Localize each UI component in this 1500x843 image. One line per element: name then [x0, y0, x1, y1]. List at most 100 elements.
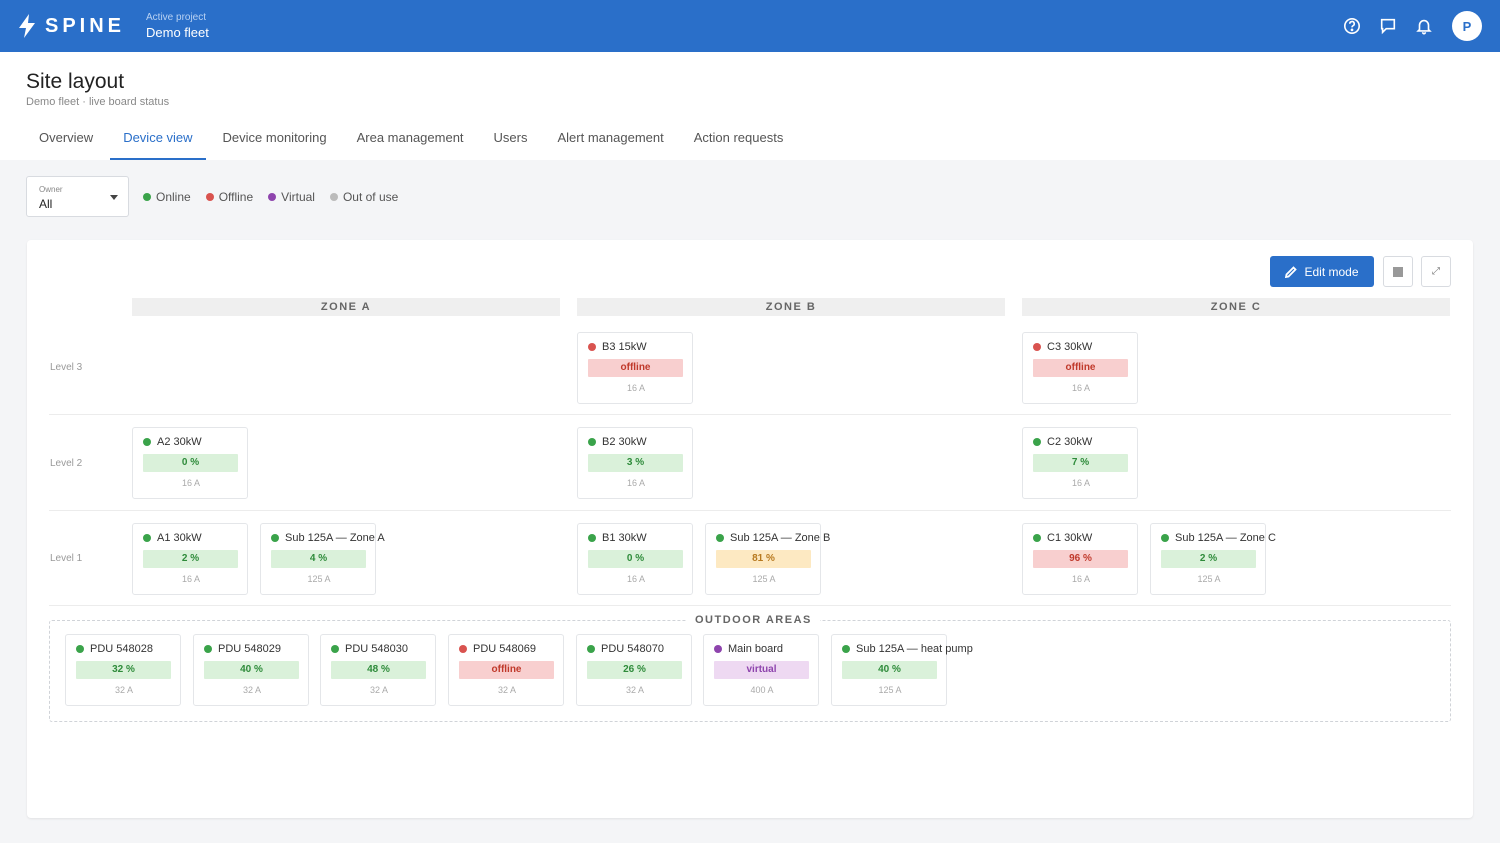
outdoor-device-card[interactable]: Main board virtual 400 A	[703, 634, 819, 706]
device-name: Main board	[728, 643, 784, 655]
device-rating: 16 A	[181, 574, 201, 584]
device-rating: 32 A	[497, 685, 517, 695]
device-name: C1 30kW	[1047, 532, 1093, 544]
device-rating: 125 A	[878, 685, 902, 695]
avatar[interactable]: P	[1452, 11, 1482, 41]
tab-area-management[interactable]: Area management	[344, 124, 477, 160]
device-card[interactable]: A2 30kW 0 % 16 A	[132, 427, 248, 499]
device-card[interactable]: B1 30kW 0 % 16 A	[577, 523, 693, 595]
device-card[interactable]: Sub 125A — Zone A 4 % 125 A	[260, 523, 385, 595]
outdoor-device-card[interactable]: Sub 125A — heat pump 40 % 125 A	[831, 634, 973, 706]
pencil-icon	[1285, 265, 1298, 278]
device-card[interactable]: C1 30kW 96 % 16 A	[1022, 523, 1138, 595]
status-dot-icon	[331, 645, 339, 653]
out-of-use-dot-icon	[329, 193, 338, 201]
status-dot-icon	[76, 645, 84, 653]
device-load: 3 %	[588, 454, 683, 472]
device-rating: 400 A	[750, 685, 774, 695]
device-title: Sub 125A — heat pump	[842, 643, 973, 655]
device-load: offline	[588, 359, 683, 377]
device-rating: 32 A	[242, 685, 262, 695]
level-label: Level 1	[50, 553, 83, 564]
level-divider	[49, 510, 1451, 511]
device-load: 4 %	[271, 550, 366, 568]
device-card[interactable]: Sub 125A — Zone B 81 % 125 A	[705, 523, 830, 595]
legend-virtual: Virtual	[268, 190, 315, 204]
outdoor-device-card[interactable]: PDU 548070 26 % 32 A	[576, 634, 692, 706]
device-load: 32 %	[76, 661, 171, 679]
device-title: B1 30kW	[588, 532, 647, 544]
device-name: PDU 548070	[601, 643, 664, 655]
messages-icon[interactable]	[1370, 11, 1406, 41]
device-card[interactable]: A1 30kW 2 % 16 A	[132, 523, 248, 595]
device-load: 40 %	[842, 661, 937, 679]
device-load: 7 %	[1033, 454, 1128, 472]
edit-mode-button[interactable]: Edit mode	[1270, 256, 1374, 287]
device-rating: 32 A	[625, 685, 645, 695]
outdoor-device-card[interactable]: PDU 548030 48 % 32 A	[320, 634, 436, 706]
device-title: C3 30kW	[1033, 341, 1092, 353]
site-layout-panel: Edit mode ⤢ ZONE A ZONE B ZONE C Level 3…	[27, 240, 1473, 818]
status-dot-icon	[842, 645, 850, 653]
status-dot-icon	[143, 438, 151, 446]
outdoor-device-card[interactable]: PDU 548069 offline 32 A	[448, 634, 564, 706]
device-card[interactable]: C3 30kW offline 16 A	[1022, 332, 1138, 404]
outdoor-device-card[interactable]: PDU 548029 40 % 32 A	[193, 634, 309, 706]
device-card[interactable]: B2 30kW 3 % 16 A	[577, 427, 693, 499]
device-load: 96 %	[1033, 550, 1128, 568]
app-logo[interactable]: SPINE	[18, 14, 125, 38]
status-dot-icon	[271, 534, 279, 542]
zone-header: ZONE A	[132, 298, 560, 316]
device-rating: 16 A	[626, 383, 646, 393]
zone-header: ZONE B	[577, 298, 1005, 316]
tab-users[interactable]: Users	[481, 124, 541, 160]
help-icon[interactable]	[1334, 11, 1370, 41]
device-rating: 125 A	[752, 574, 776, 584]
bell-icon[interactable]	[1406, 11, 1442, 41]
status-dot-icon	[587, 645, 595, 653]
status-dot-icon	[716, 534, 724, 542]
device-load: 0 %	[588, 550, 683, 568]
offline-dot-icon	[205, 193, 214, 201]
status-dot-icon	[1033, 438, 1041, 446]
device-title: Sub 125A — Zone B	[716, 532, 830, 544]
device-load: 0 %	[143, 454, 238, 472]
device-title: A1 30kW	[143, 532, 202, 544]
device-load: 48 %	[331, 661, 426, 679]
status-dot-icon	[588, 438, 596, 446]
status-dot-icon	[459, 645, 467, 653]
device-card[interactable]: C2 30kW 7 % 16 A	[1022, 427, 1138, 499]
device-load: 81 %	[716, 550, 811, 568]
legend-online: Online	[143, 190, 191, 204]
square-icon	[1393, 266, 1403, 277]
active-project[interactable]: Active project Demo fleet	[146, 12, 209, 40]
chevron-down-icon	[110, 195, 118, 200]
tab-overview[interactable]: Overview	[26, 124, 106, 160]
device-card[interactable]: Sub 125A — Zone C 2 % 125 A	[1150, 523, 1276, 595]
status-dot-icon	[588, 534, 596, 542]
stop-button[interactable]	[1383, 256, 1413, 287]
device-title: C1 30kW	[1033, 532, 1092, 544]
device-title: A2 30kW	[143, 436, 202, 448]
expand-button[interactable]: ⤢	[1421, 256, 1451, 287]
status-dot-icon	[143, 534, 151, 542]
owner-label: Owner	[39, 185, 63, 194]
tab-device-view[interactable]: Device view	[110, 124, 206, 160]
tab-device-monitoring[interactable]: Device monitoring	[210, 124, 340, 160]
tab-bar: Overview Device view Device monitoring A…	[26, 124, 800, 160]
legend-offline: Offline	[205, 190, 253, 204]
tab-alert-management[interactable]: Alert management	[545, 124, 677, 160]
outdoor-areas-label: OUTDOOR AREAS	[687, 614, 820, 626]
tab-action-requests[interactable]: Action requests	[681, 124, 797, 160]
device-title: PDU 548028	[76, 643, 153, 655]
status-dot-icon	[714, 645, 722, 653]
device-card[interactable]: B3 15kW offline 16 A	[577, 332, 693, 404]
device-name: Sub 125A — Zone B	[730, 532, 831, 544]
device-name: A2 30kW	[157, 436, 202, 448]
status-dot-icon	[588, 343, 596, 351]
owner-select[interactable]: Owner All	[26, 176, 129, 217]
device-title: Sub 125A — Zone C	[1161, 532, 1276, 544]
device-name: PDU 548069	[473, 643, 536, 655]
top-bar: SPINE Active project Demo fleet P	[0, 0, 1500, 52]
outdoor-device-card[interactable]: PDU 548028 32 % 32 A	[65, 634, 181, 706]
